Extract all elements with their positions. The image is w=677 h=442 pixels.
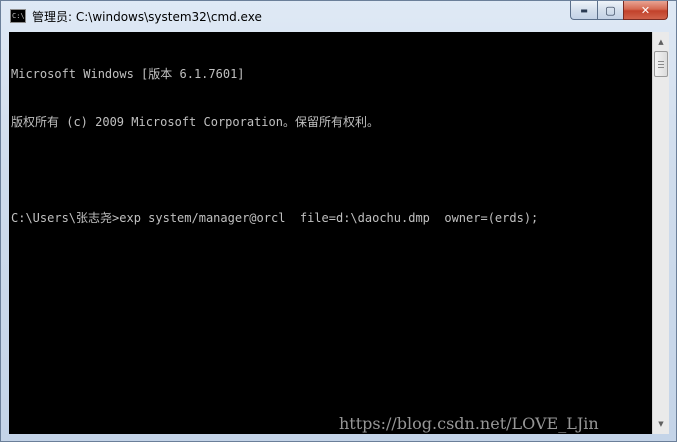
console-line: 版权所有 (c) 2009 Microsoft Corporation。保留所有… <box>11 115 379 129</box>
minimize-icon: ▬ <box>580 5 588 15</box>
title-bar[interactable]: C:\ 管理员: C:\windows\system32\cmd.exe ▬ ▢… <box>1 1 676 32</box>
window-title: 管理员: C:\windows\system32\cmd.exe <box>32 10 262 24</box>
scrollbar-thumb[interactable] <box>654 51 668 77</box>
console-output[interactable]: Microsoft Windows [版本 6.1.7601] 版权所有 (c)… <box>9 32 652 434</box>
vertical-scrollbar[interactable]: ▲ ▼ <box>652 32 669 434</box>
close-button[interactable]: ✕ <box>623 1 668 20</box>
watermark: https://blog.csdn.net/LOVE_LJin <box>339 414 599 433</box>
command-line[interactable]: C:\Users\张志尧>exp system/manager@orcl fil… <box>11 210 538 226</box>
scroll-up-icon[interactable]: ▲ <box>654 34 668 50</box>
scroll-down-icon[interactable]: ▼ <box>654 416 668 432</box>
minimize-button[interactable]: ▬ <box>570 1 597 20</box>
caption-buttons: ▬ ▢ ✕ <box>570 1 668 21</box>
console-line: Microsoft Windows [版本 6.1.7601] <box>11 67 245 81</box>
grip-line <box>658 67 664 68</box>
cmd-icon[interactable]: C:\ <box>10 9 26 23</box>
maximize-icon: ▢ <box>605 3 616 17</box>
grip-line <box>658 61 664 62</box>
maximize-button[interactable]: ▢ <box>597 1 623 20</box>
grip-line <box>658 64 664 65</box>
cmd-window: C:\ 管理员: C:\windows\system32\cmd.exe ▬ ▢… <box>0 0 677 442</box>
console-text: Microsoft Windows [版本 6.1.7601] 版权所有 (c)… <box>11 34 538 258</box>
close-icon: ✕ <box>640 3 651 17</box>
